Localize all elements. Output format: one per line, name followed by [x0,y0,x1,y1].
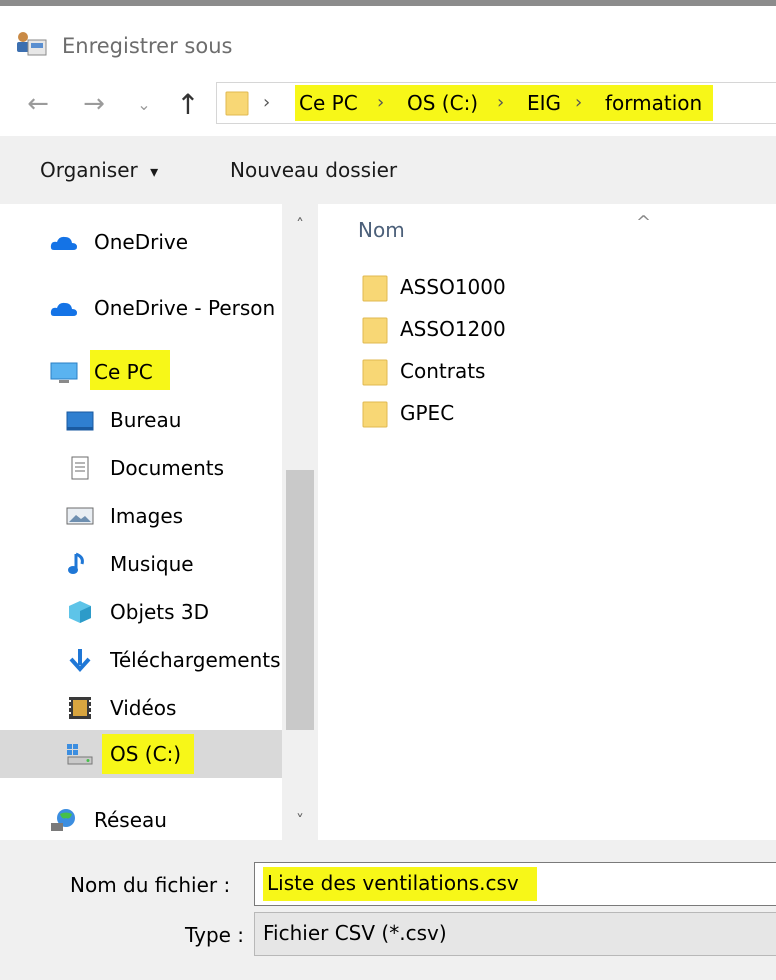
sidebar-item-label: Images [110,504,184,528]
type-label: Type : [185,923,245,947]
folder-icon [362,275,388,302]
breadcrumb-os-c[interactable]: OS (C:) [407,91,478,115]
folder-icon [225,91,249,116]
scrollbar-thumb[interactable] [286,470,314,730]
breadcrumb-separator: › [377,92,385,113]
sidebar-item-label: OS (C:) [110,742,182,766]
cloud-icon [50,302,77,316]
folder-icon [362,317,388,344]
breadcrumb-formation[interactable]: formation [605,91,702,115]
dropdown-caret-icon: ▾ [150,162,159,181]
sidebar-item-label: Téléchargements [110,648,281,672]
filename-field[interactable]: Liste des ventilations.csv [254,862,776,906]
sidebar-item-images[interactable]: Images [0,492,282,540]
forward-arrow-icon[interactable]: → [72,86,116,122]
sidebar-item-label: Réseau [94,808,167,832]
document-icon [71,456,89,480]
recent-locations-chevron-icon[interactable]: ⌄ [132,86,156,122]
new-folder-button[interactable]: Nouveau dossier [230,158,397,182]
cube-icon [69,601,91,623]
breadcrumb-separator: › [575,92,583,113]
organize-label: Organiser [40,158,138,182]
sidebar-item-label: Musique [110,552,194,576]
sidebar-item-objets-3d[interactable]: Objets 3D [0,588,282,636]
title-bar: Enregistrer sous [0,6,776,72]
file-name: ASSO1000 [400,275,506,299]
sidebar-item-os-c[interactable]: OS (C:) [0,730,282,778]
scroll-up-icon[interactable]: ˄ [282,204,318,244]
up-arrow-icon[interactable]: ↑ [168,86,208,122]
column-header-name[interactable]: Nom ^ [358,212,651,242]
scroll-down-icon[interactable]: ˅ [282,800,318,840]
sidebar-item-label: Objets 3D [110,600,210,624]
sidebar-item-musique[interactable]: Musique [0,540,282,588]
breadcrumb-eig[interactable]: EIG [527,91,561,115]
list-item[interactable]: GPEC [358,394,738,432]
list-item[interactable]: Contrats [358,352,738,390]
sidebar-item-bureau[interactable]: Bureau [0,396,282,444]
organize-button[interactable]: Organiser ▾ [40,158,158,182]
file-name: GPEC [400,401,455,425]
file-name: Contrats [400,359,486,383]
download-icon [69,649,91,672]
save-as-icon [17,32,47,56]
window-title: Enregistrer sous [62,34,233,58]
sidebar-scrollbar[interactable]: ˄ ˅ [282,204,318,840]
navigation-pane: OneDrive OneDrive - Person Ce PC Bureau … [0,204,318,840]
filename-value: Liste des ventilations.csv [267,871,519,895]
sidebar-item-documents[interactable]: Documents [0,444,282,492]
sidebar-item-ce-pc[interactable]: Ce PC [0,348,282,396]
list-item[interactable]: ASSO1200 [358,310,738,348]
back-arrow-icon[interactable]: ← [16,86,60,122]
sidebar-item-label: Vidéos [110,696,177,720]
sort-ascending-icon: ^ [636,212,652,233]
desktop-icon [66,411,94,431]
file-type-value: Fichier CSV (*.csv) [263,921,447,945]
breadcrumb-separator: › [497,92,505,113]
file-type-select[interactable]: Fichier CSV (*.csv) [254,912,776,956]
address-bar[interactable]: › Ce PC › OS (C:) › EIG › formation [216,82,776,124]
save-form-panel [0,840,776,980]
network-icon [51,809,75,831]
sidebar-item-reseau[interactable]: Réseau [0,796,282,844]
sidebar-item-label: OneDrive [94,230,189,254]
sidebar-item-onedrive-personal[interactable]: OneDrive - Person [0,284,282,332]
sidebar-item-videos[interactable]: Vidéos [0,684,282,732]
breadcrumb-separator: › [263,92,271,113]
cloud-icon [50,236,77,250]
drive-icon [67,744,93,765]
sidebar-item-label: OneDrive - Person [94,296,276,320]
sidebar-item-label: Documents [110,456,225,480]
file-name: ASSO1200 [400,317,506,341]
picture-icon [66,507,94,525]
folder-icon [362,359,388,386]
video-icon [69,697,91,719]
folder-icon [362,401,388,428]
column-header-label: Nom [358,218,405,242]
sidebar-item-label: Ce PC [94,360,153,384]
list-item[interactable]: ASSO1000 [358,268,738,306]
command-bar: Organiser ▾ Nouveau dossier [0,136,776,204]
breadcrumb-ce-pc[interactable]: Ce PC [299,91,358,115]
sidebar-item-onedrive[interactable]: OneDrive [0,218,282,266]
sidebar-item-label: Bureau [110,408,182,432]
sidebar-item-telechargements[interactable]: Téléchargements [0,636,282,684]
music-icon [68,552,84,574]
file-list-pane: Nom ^ ASSO1000 ASSO1200 Contrats GPEC [318,204,776,840]
computer-icon [50,362,78,383]
filename-label: Nom du fichier : [70,873,231,897]
